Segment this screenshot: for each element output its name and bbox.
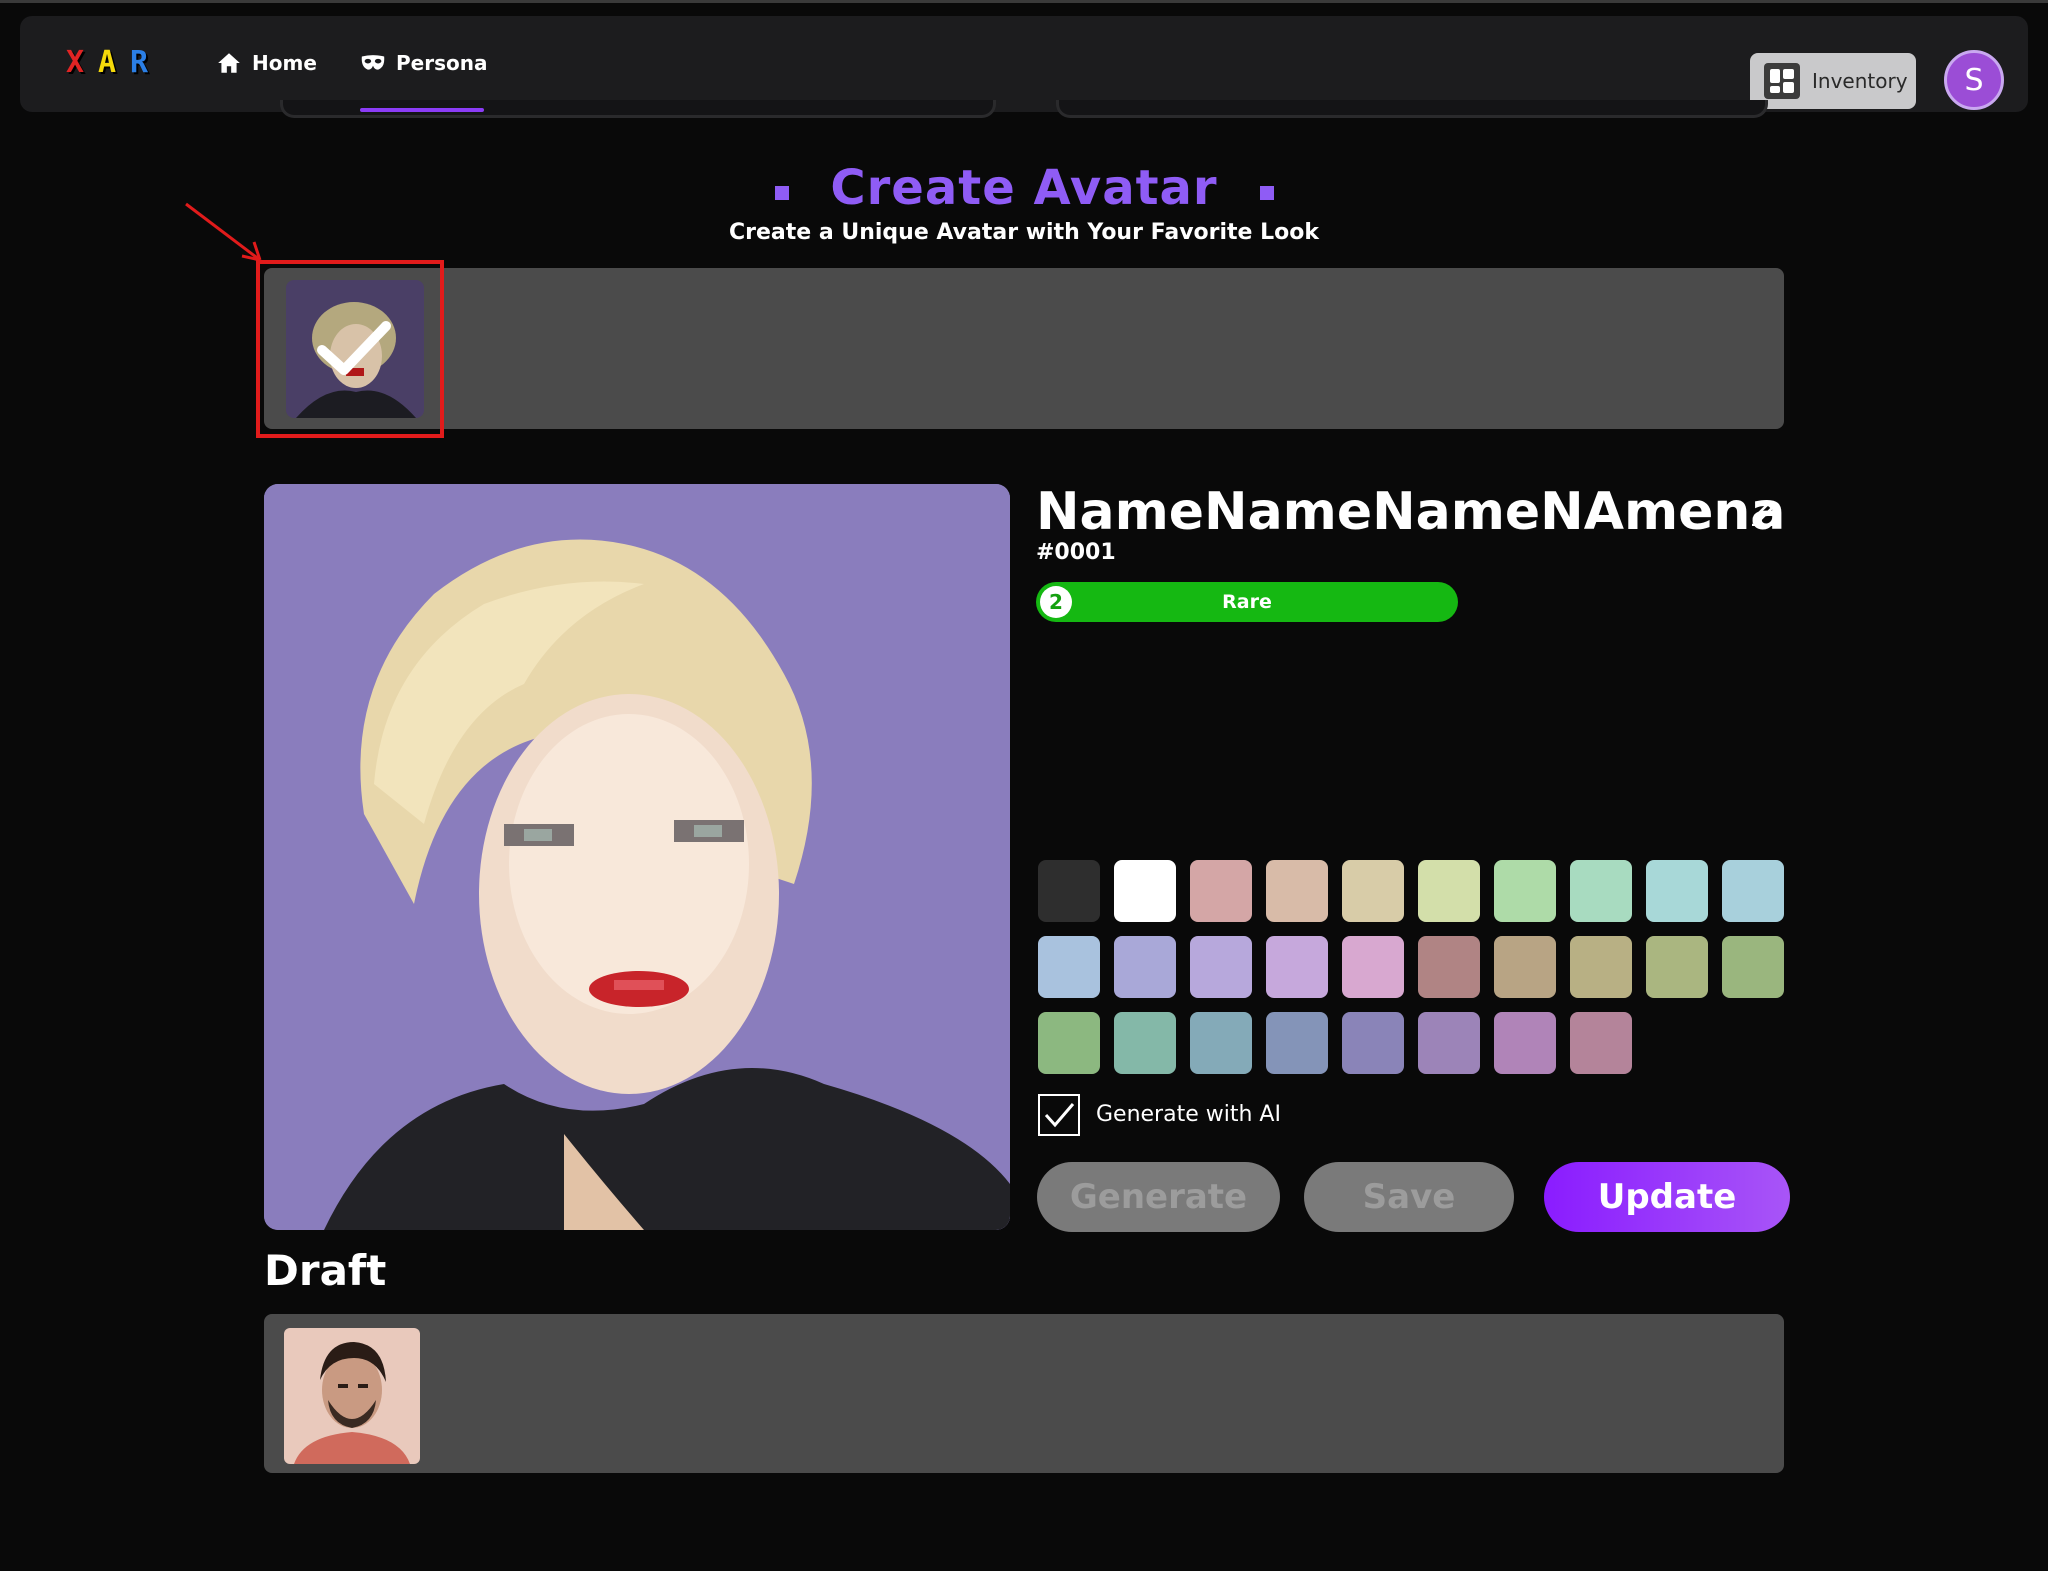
color-swatch[interactable] bbox=[1266, 1012, 1328, 1074]
generate-with-ai-checkbox[interactable] bbox=[1038, 1094, 1080, 1136]
color-swatch[interactable] bbox=[1038, 860, 1100, 922]
avatar-selection-strip bbox=[264, 268, 1784, 429]
draft-thumbnail[interactable] bbox=[284, 1328, 420, 1464]
page-title: Create Avatar bbox=[830, 160, 1218, 216]
checkmark-icon bbox=[1044, 1103, 1075, 1128]
inventory-icon bbox=[1764, 63, 1800, 99]
nav-home[interactable]: Home bbox=[216, 50, 317, 76]
avatar-id: #0001 bbox=[1036, 540, 1116, 565]
color-swatch[interactable] bbox=[1418, 860, 1480, 922]
nav-persona[interactable]: Persona bbox=[360, 50, 487, 76]
generate-button[interactable]: Generate bbox=[1037, 1162, 1280, 1232]
color-swatch[interactable] bbox=[1570, 1012, 1632, 1074]
nav-home-label: Home bbox=[252, 51, 317, 75]
color-swatch[interactable] bbox=[1570, 936, 1632, 998]
edit-name-icon[interactable] bbox=[1748, 496, 1778, 526]
app-logo[interactable]: X A R bbox=[62, 46, 152, 80]
rarity-badge: Rare 2 bbox=[1036, 582, 1458, 622]
color-swatch[interactable] bbox=[1266, 936, 1328, 998]
arrow-annotation-icon bbox=[185, 202, 262, 262]
rarity-level: 2 bbox=[1040, 586, 1072, 618]
nav-active-indicator bbox=[360, 108, 484, 112]
color-swatch[interactable] bbox=[1038, 1012, 1100, 1074]
nav-persona-label: Persona bbox=[396, 51, 488, 75]
logo-letter-r: R bbox=[129, 45, 149, 80]
color-swatch[interactable] bbox=[1266, 860, 1328, 922]
navbar: X A R Home Persona Inventory S bbox=[20, 16, 2028, 112]
generate-with-ai-label: Generate with AI bbox=[1096, 1102, 1281, 1127]
inventory-button[interactable]: Inventory bbox=[1750, 53, 1916, 109]
color-swatch[interactable] bbox=[1418, 1012, 1480, 1074]
avatar-preview bbox=[264, 484, 1010, 1230]
logo-letter-x: X bbox=[65, 45, 85, 80]
update-button[interactable]: Update bbox=[1544, 1162, 1790, 1232]
color-swatch[interactable] bbox=[1418, 936, 1480, 998]
color-swatch[interactable] bbox=[1494, 936, 1556, 998]
rarity-label: Rare bbox=[1222, 591, 1272, 613]
color-swatch[interactable] bbox=[1342, 1012, 1404, 1074]
color-swatch[interactable] bbox=[1114, 936, 1176, 998]
color-swatch[interactable] bbox=[1722, 860, 1784, 922]
avatar-preview-image bbox=[264, 484, 1010, 1230]
draft-title: Draft bbox=[264, 1246, 387, 1295]
selection-highlight bbox=[256, 260, 444, 438]
user-initial: S bbox=[1964, 62, 1984, 98]
user-avatar[interactable]: S bbox=[1944, 50, 2004, 110]
color-swatch[interactable] bbox=[1342, 860, 1404, 922]
draft-thumbnail-image bbox=[284, 1328, 420, 1464]
inventory-label: Inventory bbox=[1812, 69, 1908, 93]
color-swatch[interactable] bbox=[1114, 860, 1176, 922]
color-swatch[interactable] bbox=[1494, 1012, 1556, 1074]
mask-icon bbox=[361, 55, 385, 70]
window-top-border bbox=[0, 0, 2048, 3]
page-subtitle: Create a Unique Avatar with Your Favorit… bbox=[728, 220, 1320, 245]
draft-strip bbox=[264, 1314, 1784, 1473]
color-swatch[interactable] bbox=[1114, 1012, 1176, 1074]
logo-letter-a: A bbox=[97, 45, 117, 80]
color-swatch[interactable] bbox=[1570, 860, 1632, 922]
color-swatch[interactable] bbox=[1190, 1012, 1252, 1074]
home-icon bbox=[218, 53, 240, 73]
color-swatch[interactable] bbox=[1190, 860, 1252, 922]
avatar-name: NameNameNameNAmena bbox=[1036, 482, 1786, 542]
header-shadow-card bbox=[1056, 100, 1768, 118]
color-swatch[interactable] bbox=[1646, 936, 1708, 998]
color-swatch[interactable] bbox=[1038, 936, 1100, 998]
color-swatch[interactable] bbox=[1646, 860, 1708, 922]
color-swatch[interactable] bbox=[1722, 936, 1784, 998]
color-swatch[interactable] bbox=[1190, 936, 1252, 998]
color-swatch[interactable] bbox=[1494, 860, 1556, 922]
color-swatch[interactable] bbox=[1342, 936, 1404, 998]
save-button[interactable]: Save bbox=[1304, 1162, 1514, 1232]
